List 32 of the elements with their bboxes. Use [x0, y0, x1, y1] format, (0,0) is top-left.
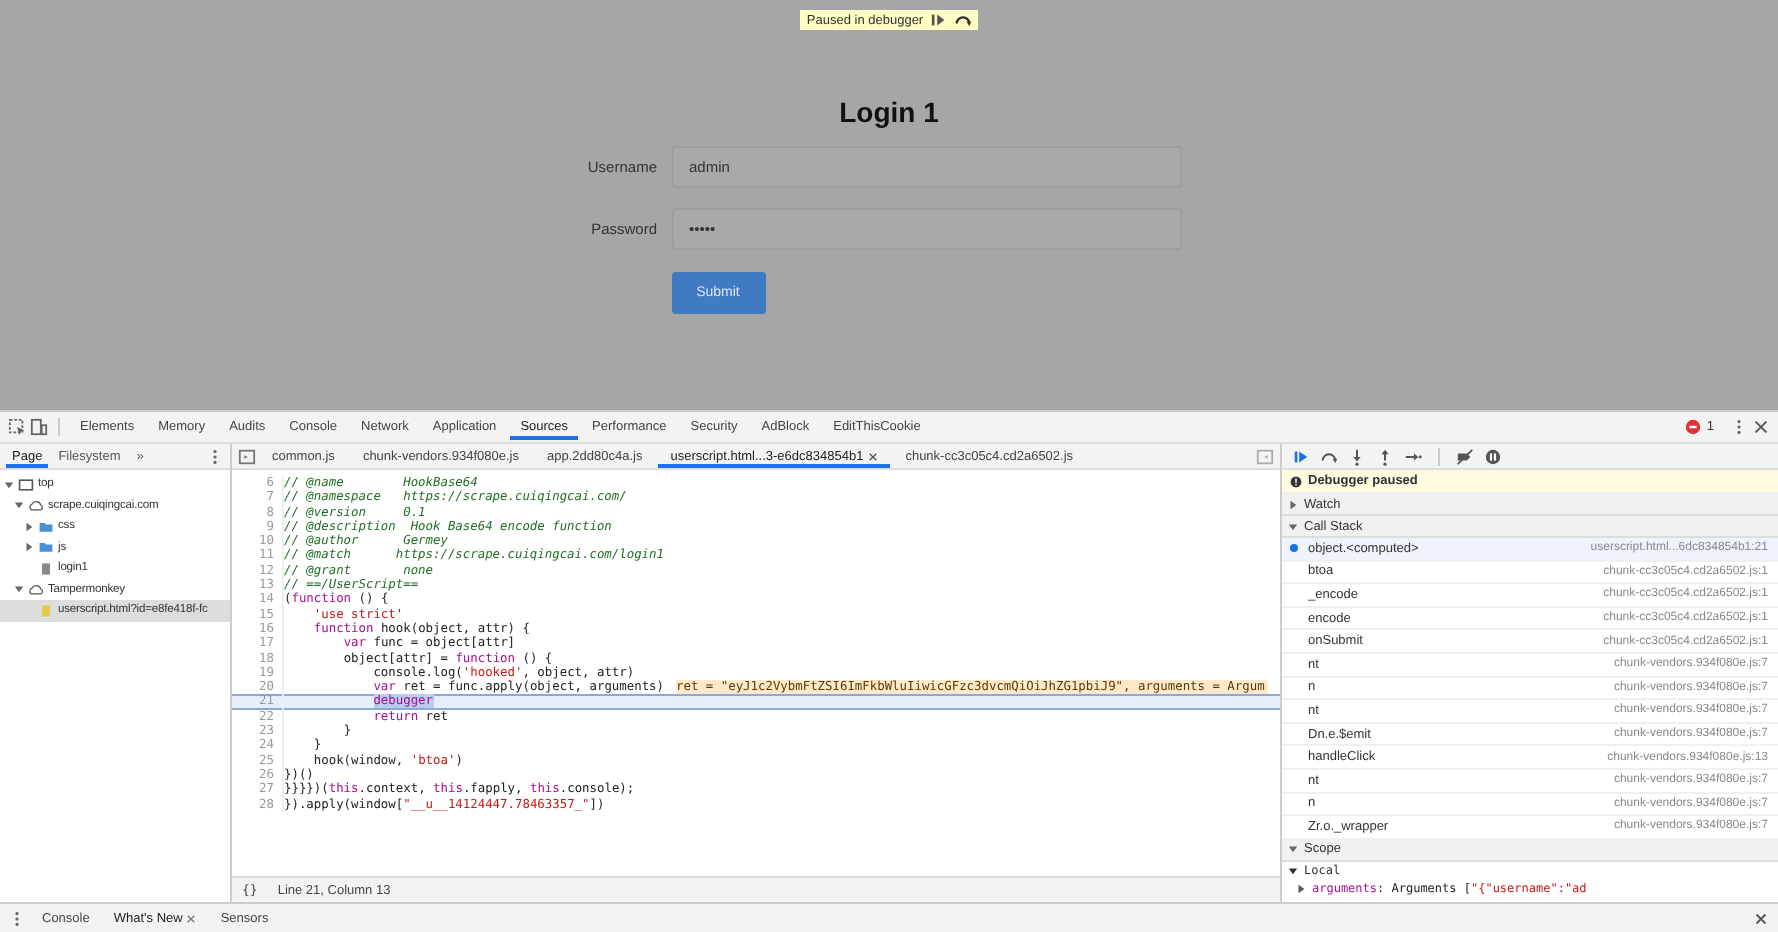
step-into-icon[interactable] [1348, 447, 1366, 465]
close-tab-icon[interactable] [186, 913, 197, 923]
close-icon[interactable] [1752, 418, 1770, 436]
expand-arrow-icon[interactable] [24, 542, 34, 553]
step-over-icon[interactable] [1320, 447, 1338, 465]
close-tab-icon[interactable] [867, 451, 878, 461]
frame-icon [18, 477, 34, 492]
inspect-icon[interactable] [8, 418, 26, 436]
toggle-sidebar-icon[interactable] [238, 447, 256, 465]
resume-icon[interactable] [929, 12, 948, 28]
toggle-sidebar-icon[interactable] [1256, 447, 1274, 465]
close-icon[interactable] [1752, 909, 1770, 927]
script-file-icon [38, 603, 54, 618]
expand-arrow-icon[interactable] [1288, 865, 1298, 876]
device-toolbar-icon[interactable] [30, 418, 48, 436]
expand-arrow-icon[interactable] [14, 584, 24, 595]
document-icon [38, 561, 54, 576]
cloud-icon [28, 498, 44, 513]
pause-on-exceptions-icon[interactable] [1484, 447, 1502, 465]
expand-arrow-icon[interactable] [24, 521, 34, 532]
deactivate-breakpoints-icon[interactable] [1456, 447, 1474, 465]
expand-arrow-icon[interactable] [1296, 884, 1306, 895]
info-icon [1290, 475, 1302, 487]
cloud-icon [28, 582, 44, 597]
login-title: Login 1 [839, 96, 939, 128]
step-out-icon[interactable] [1376, 447, 1394, 465]
expand-arrow-icon[interactable] [14, 500, 24, 511]
error-icon [1684, 418, 1703, 436]
resume-icon[interactable] [1292, 447, 1310, 465]
current-frame-icon [1288, 542, 1300, 555]
step-over-icon[interactable] [953, 12, 972, 28]
expand-arrow-icon[interactable] [4, 479, 14, 490]
